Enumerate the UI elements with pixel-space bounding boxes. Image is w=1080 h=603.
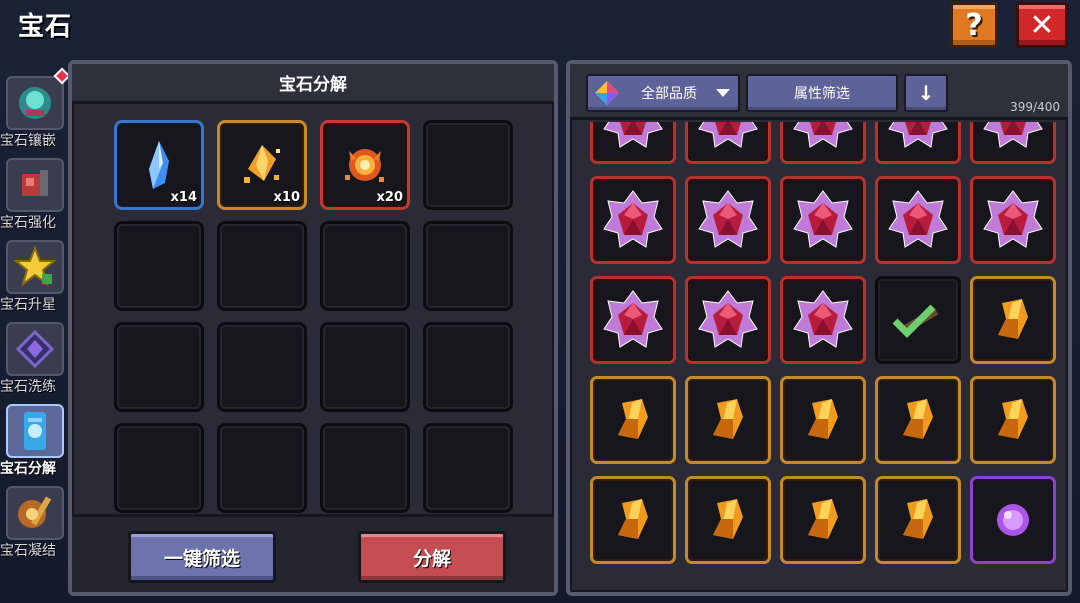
page-title: 宝石 bbox=[18, 12, 73, 42]
chevron-down-icon bbox=[716, 89, 730, 97]
inventory-slot[interactable] bbox=[780, 376, 866, 464]
close-button[interactable]: ✕ bbox=[1016, 2, 1068, 48]
empty-slot[interactable] bbox=[320, 322, 410, 412]
inventory-slot[interactable] bbox=[875, 476, 961, 564]
quality-dropdown[interactable]: 全部品质 bbox=[586, 74, 740, 112]
item-count: x20 bbox=[376, 190, 403, 205]
tab-label: 宝石洗练 bbox=[0, 379, 56, 395]
down-arrow-icon: ↓ bbox=[917, 81, 935, 105]
sort-button[interactable]: ↓ bbox=[904, 74, 948, 112]
inventory-slot[interactable] bbox=[780, 176, 866, 264]
decompose-slot[interactable]: x20 bbox=[320, 120, 410, 210]
decompose-slot-grid: x14 x10 x20 bbox=[114, 120, 513, 513]
inventory-slot[interactable] bbox=[875, 122, 961, 164]
tab-gem-condense[interactable]: 宝石凝结 bbox=[0, 482, 70, 560]
empty-slot[interactable] bbox=[423, 120, 513, 210]
rainbow-gem-icon bbox=[595, 81, 619, 105]
question-mark-icon: ? bbox=[965, 7, 983, 43]
inventory-slot[interactable] bbox=[685, 376, 771, 464]
orange-shard-icon bbox=[244, 145, 280, 183]
quality-dropdown-label: 全部品质 bbox=[641, 86, 697, 102]
empty-slot[interactable] bbox=[423, 322, 513, 412]
inventory-slot[interactable] bbox=[780, 122, 866, 164]
empty-slot[interactable] bbox=[217, 322, 307, 412]
tab-gem-decompose[interactable]: 宝石分解 bbox=[0, 400, 70, 478]
action-bar: 一键筛选 分解 bbox=[72, 514, 554, 592]
inventory-slot[interactable] bbox=[685, 176, 771, 264]
inventory-slot[interactable] bbox=[590, 176, 676, 264]
close-icon: ✕ bbox=[1029, 7, 1055, 43]
inventory-slot[interactable] bbox=[780, 476, 866, 564]
empty-slot[interactable] bbox=[217, 221, 307, 311]
inventory-slot[interactable] bbox=[685, 476, 771, 564]
tab-label: 宝石强化 bbox=[0, 215, 56, 231]
inventory-slot[interactable] bbox=[685, 122, 771, 164]
tab-label: 宝石凝结 bbox=[0, 543, 56, 559]
empty-slot[interactable] bbox=[320, 221, 410, 311]
tab-label: 宝石镶嵌 bbox=[0, 133, 56, 149]
inventory-slot[interactable] bbox=[970, 376, 1056, 464]
inventory-slot[interactable] bbox=[590, 476, 676, 564]
one-click-filter-button[interactable]: 一键筛选 bbox=[128, 531, 276, 583]
tab-label: 宝石分解 bbox=[0, 461, 56, 477]
empty-slot[interactable] bbox=[114, 423, 204, 513]
blue-crystal-icon bbox=[149, 141, 169, 189]
inventory-grid bbox=[590, 122, 1056, 564]
empty-slot[interactable] bbox=[114, 322, 204, 412]
inventory-slot[interactable] bbox=[590, 376, 676, 464]
tab-gem-enhance[interactable]: 宝石强化 bbox=[0, 154, 70, 232]
fire-essence-icon bbox=[345, 149, 384, 182]
empty-slot[interactable] bbox=[320, 423, 410, 513]
item-count: x10 bbox=[273, 190, 300, 205]
tab-label: 宝石升星 bbox=[0, 297, 56, 313]
inventory-toolbar: 全部品质 属性筛选 ↓ 399/400 bbox=[570, 64, 1068, 120]
attribute-filter-button[interactable]: 属性筛选 bbox=[746, 74, 898, 112]
inventory-capacity: 399/400 bbox=[1010, 100, 1060, 114]
decompose-slot[interactable]: x14 bbox=[114, 120, 204, 210]
inventory-slot[interactable] bbox=[685, 276, 771, 364]
inventory-slot[interactable] bbox=[970, 476, 1056, 564]
tab-star-upgrade[interactable]: 宝石升星 bbox=[0, 236, 70, 314]
empty-slot[interactable] bbox=[423, 423, 513, 513]
empty-slot[interactable] bbox=[423, 221, 513, 311]
inventory-slot[interactable] bbox=[970, 122, 1056, 164]
tab-gem-refine[interactable]: 宝石洗练 bbox=[0, 318, 70, 396]
item-count: x14 bbox=[170, 190, 197, 205]
inventory-panel: 全部品质 属性筛选 ↓ 399/400 bbox=[566, 60, 1072, 596]
decompose-button[interactable]: 分解 bbox=[358, 531, 506, 583]
inventory-slot[interactable] bbox=[875, 176, 961, 264]
inventory-slot[interactable] bbox=[780, 276, 866, 364]
help-button[interactable]: ? bbox=[950, 2, 998, 48]
decompose-panel: 宝石分解 x14 x10 x20 一键筛选 分解 bbox=[68, 60, 558, 596]
inventory-slot[interactable] bbox=[970, 276, 1056, 364]
empty-slot[interactable] bbox=[114, 221, 204, 311]
inventory-scroll-area[interactable] bbox=[590, 122, 1060, 592]
inventory-slot[interactable] bbox=[875, 376, 961, 464]
inventory-slot[interactable] bbox=[590, 276, 676, 364]
inventory-slot[interactable] bbox=[875, 276, 961, 364]
inventory-slot[interactable] bbox=[590, 122, 676, 164]
tab-gem-socket[interactable]: 宝石镶嵌 bbox=[0, 72, 70, 150]
inventory-slot[interactable] bbox=[970, 176, 1056, 264]
panel-title: 宝石分解 bbox=[72, 64, 554, 104]
decompose-slot[interactable]: x10 bbox=[217, 120, 307, 210]
empty-slot[interactable] bbox=[217, 423, 307, 513]
